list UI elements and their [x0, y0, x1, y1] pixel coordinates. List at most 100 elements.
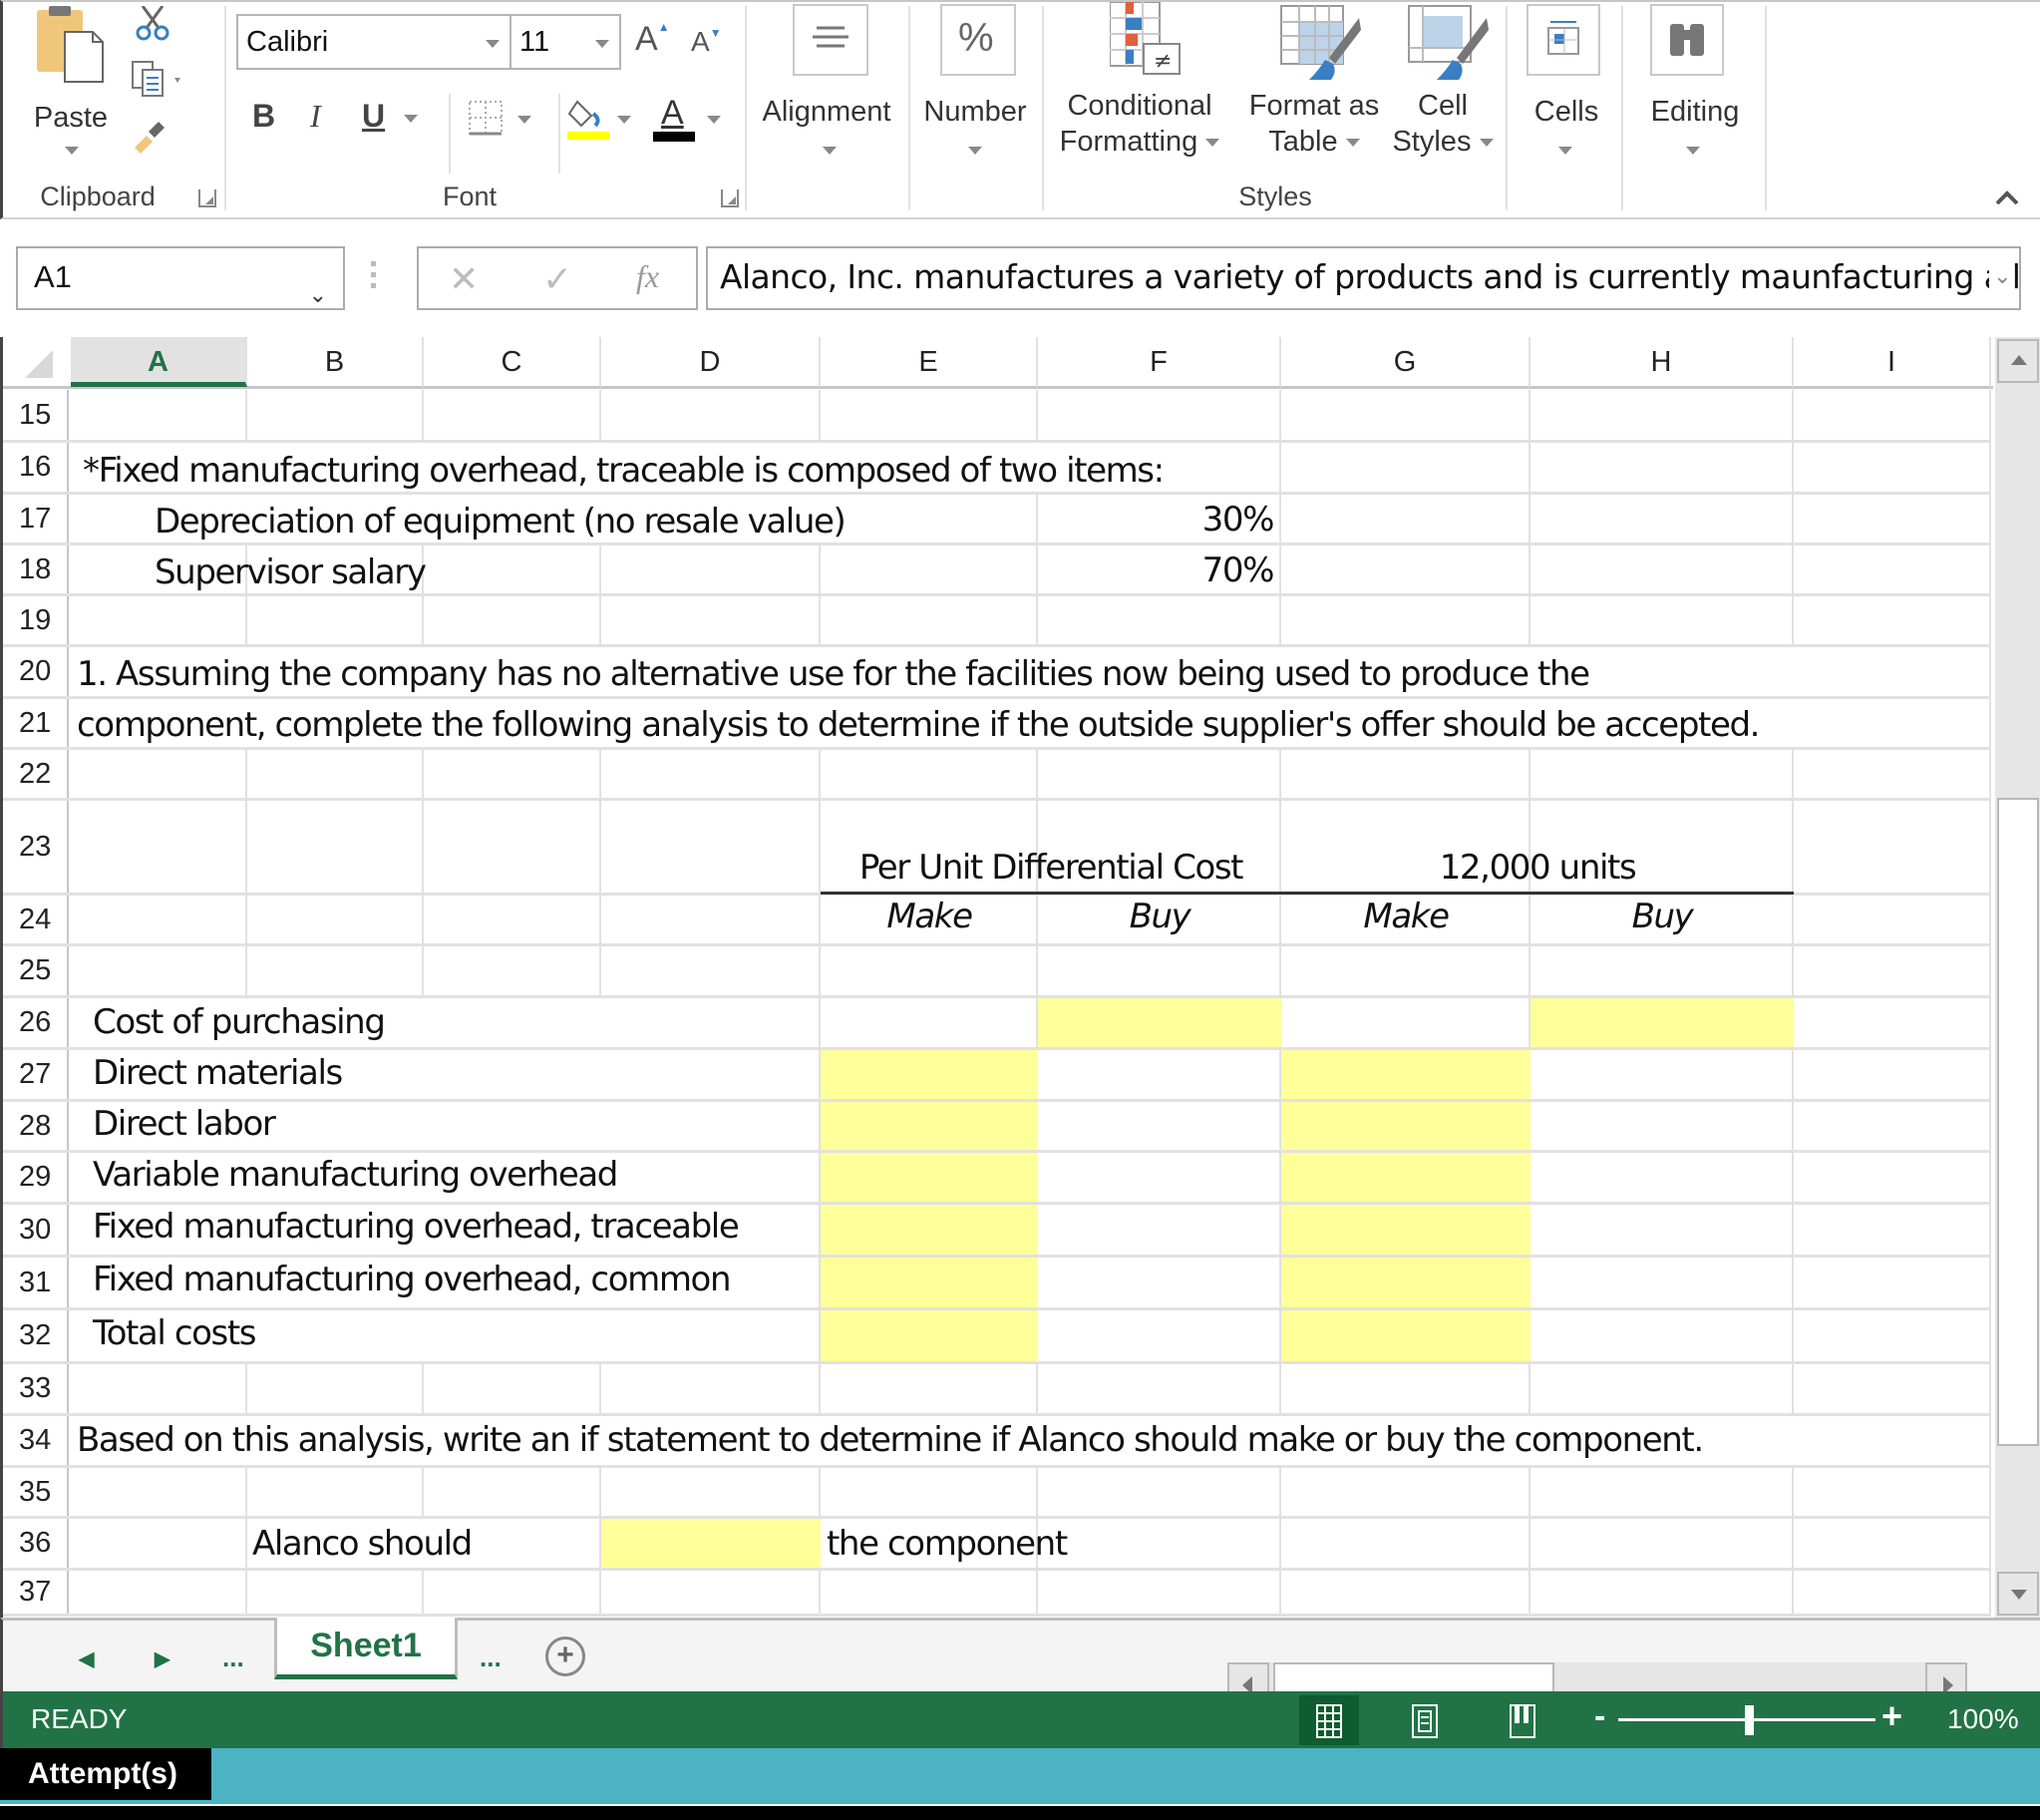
cell-h37[interactable] — [1530, 1571, 1794, 1614]
column-header-g[interactable]: G — [1281, 337, 1530, 387]
cell-c15[interactable] — [424, 390, 601, 440]
cell-h18[interactable] — [1530, 546, 1794, 593]
row-header[interactable]: 34 — [3, 1416, 69, 1465]
cell-h25[interactable] — [1530, 946, 1794, 995]
cell-d15[interactable] — [601, 390, 821, 440]
cell-i22[interactable] — [1794, 750, 1991, 798]
row-header[interactable]: 22 — [3, 750, 69, 798]
cell-i37[interactable] — [1794, 1571, 1991, 1614]
cell-i29[interactable] — [1794, 1153, 1991, 1202]
cell-f32[interactable] — [1038, 1310, 1281, 1361]
collapse-ribbon-button[interactable] — [1993, 187, 2021, 207]
row-header[interactable]: 31 — [3, 1258, 69, 1307]
cell-g18[interactable] — [1281, 546, 1530, 593]
row-header[interactable]: 30 — [3, 1205, 69, 1255]
cell-a23[interactable] — [71, 801, 247, 893]
cell-f25[interactable] — [1038, 946, 1281, 995]
previous-sheet-button[interactable]: ◀ — [79, 1646, 94, 1671]
cell-a35[interactable] — [71, 1468, 247, 1516]
chevron-down-icon[interactable]: ⌄ — [309, 266, 327, 324]
enter-icon[interactable]: ✓ — [542, 258, 572, 300]
clipboard-launcher-icon[interactable] — [198, 189, 216, 207]
add-sheet-button[interactable]: + — [545, 1637, 585, 1676]
cell-f27[interactable] — [1038, 1050, 1281, 1099]
cell-a24[interactable] — [71, 896, 247, 943]
cell-a19[interactable] — [71, 596, 247, 644]
cell-e32[interactable] — [821, 1310, 1038, 1361]
cell-f36[interactable] — [1038, 1519, 1281, 1568]
formula-input[interactable]: Alanco, Inc. manufactures a variety of p… — [706, 246, 2021, 310]
column-header-h[interactable]: H — [1530, 337, 1794, 387]
font-size-select[interactable]: 11 — [510, 14, 621, 70]
cell-g32[interactable] — [1281, 1310, 1530, 1361]
cell-c32[interactable] — [424, 1310, 601, 1361]
alignment-button[interactable]: Alignment — [753, 2, 900, 162]
cell-h36[interactable] — [1530, 1519, 1794, 1568]
cell-g36[interactable] — [1281, 1519, 1530, 1568]
cell-c18[interactable] — [424, 546, 601, 593]
cell-h16[interactable] — [1530, 443, 1794, 492]
cell-g28[interactable] — [1281, 1102, 1530, 1150]
column-header-e[interactable]: E — [821, 337, 1038, 387]
cell-h33[interactable] — [1530, 1364, 1794, 1413]
row-header[interactable]: 25 — [3, 946, 69, 995]
cell-a36[interactable] — [71, 1519, 247, 1568]
cell-f33[interactable] — [1038, 1364, 1281, 1413]
cell-c26[interactable] — [424, 998, 601, 1047]
cell-e31[interactable] — [821, 1258, 1038, 1307]
cell-g22[interactable] — [1281, 750, 1530, 798]
cell-b25[interactable] — [247, 946, 424, 995]
column-header-i[interactable]: I — [1794, 337, 1991, 387]
cancel-icon[interactable]: ✕ — [449, 258, 479, 300]
row-header[interactable]: 37 — [3, 1571, 69, 1614]
cell-e17[interactable] — [821, 495, 1038, 543]
cell-h17[interactable] — [1530, 495, 1794, 543]
cell-h35[interactable] — [1530, 1468, 1794, 1516]
cell-b19[interactable] — [247, 596, 424, 644]
number-button[interactable]: % Number — [912, 2, 1038, 162]
select-all-button[interactable] — [25, 350, 53, 378]
cut-icon[interactable] — [133, 6, 172, 42]
vertical-scroll-thumb[interactable] — [1997, 798, 2039, 1446]
cell-a22[interactable] — [71, 750, 247, 798]
cell-i30[interactable] — [1794, 1205, 1991, 1255]
cell-a37[interactable] — [71, 1571, 247, 1614]
font-color-button[interactable]: A — [651, 94, 725, 144]
cell-e19[interactable] — [821, 596, 1038, 644]
vertical-scrollbar[interactable] — [1995, 337, 2040, 1619]
cell-f37[interactable] — [1038, 1571, 1281, 1614]
cell-e35[interactable] — [821, 1468, 1038, 1516]
cell-d18[interactable] — [601, 546, 821, 593]
cell-g31[interactable] — [1281, 1258, 1530, 1307]
cell-i25[interactable] — [1794, 946, 1991, 995]
cell-g37[interactable] — [1281, 1571, 1530, 1614]
cell-b35[interactable] — [247, 1468, 424, 1516]
cell-g17[interactable] — [1281, 495, 1530, 543]
underline-button[interactable]: U — [362, 98, 418, 135]
format-painter-icon[interactable] — [131, 114, 170, 154]
cell-i36[interactable] — [1794, 1519, 1991, 1568]
zoom-in-button[interactable]: + — [1881, 1695, 1902, 1737]
cell-h27[interactable] — [1530, 1050, 1794, 1099]
sheet-tab-sheet1[interactable]: Sheet1 — [274, 1618, 458, 1679]
cell-e26[interactable] — [821, 998, 1038, 1047]
row-header[interactable]: 24 — [3, 896, 69, 943]
cell-h22[interactable] — [1530, 750, 1794, 798]
zoom-out-button[interactable]: - — [1594, 1697, 1605, 1736]
row-header[interactable]: 26 — [3, 998, 69, 1047]
scroll-up-button[interactable] — [1997, 339, 2039, 383]
cell-e18[interactable] — [821, 546, 1038, 593]
cell-g26[interactable] — [1281, 998, 1530, 1047]
cell-c33[interactable] — [424, 1364, 601, 1413]
cell-h31[interactable] — [1530, 1258, 1794, 1307]
expand-formula-icon[interactable]: ⌄ — [1989, 248, 2012, 306]
cell-styles-button[interactable]: Cell Styles — [1383, 2, 1503, 170]
cell-f28[interactable] — [1038, 1102, 1281, 1150]
cell-c19[interactable] — [424, 596, 601, 644]
cell-g15[interactable] — [1281, 390, 1530, 440]
column-header-f[interactable]: F — [1038, 337, 1281, 387]
cell-e15[interactable] — [821, 390, 1038, 440]
cell-d29[interactable] — [601, 1153, 821, 1202]
cell-g30[interactable] — [1281, 1205, 1530, 1255]
cell-d35[interactable] — [601, 1468, 821, 1516]
